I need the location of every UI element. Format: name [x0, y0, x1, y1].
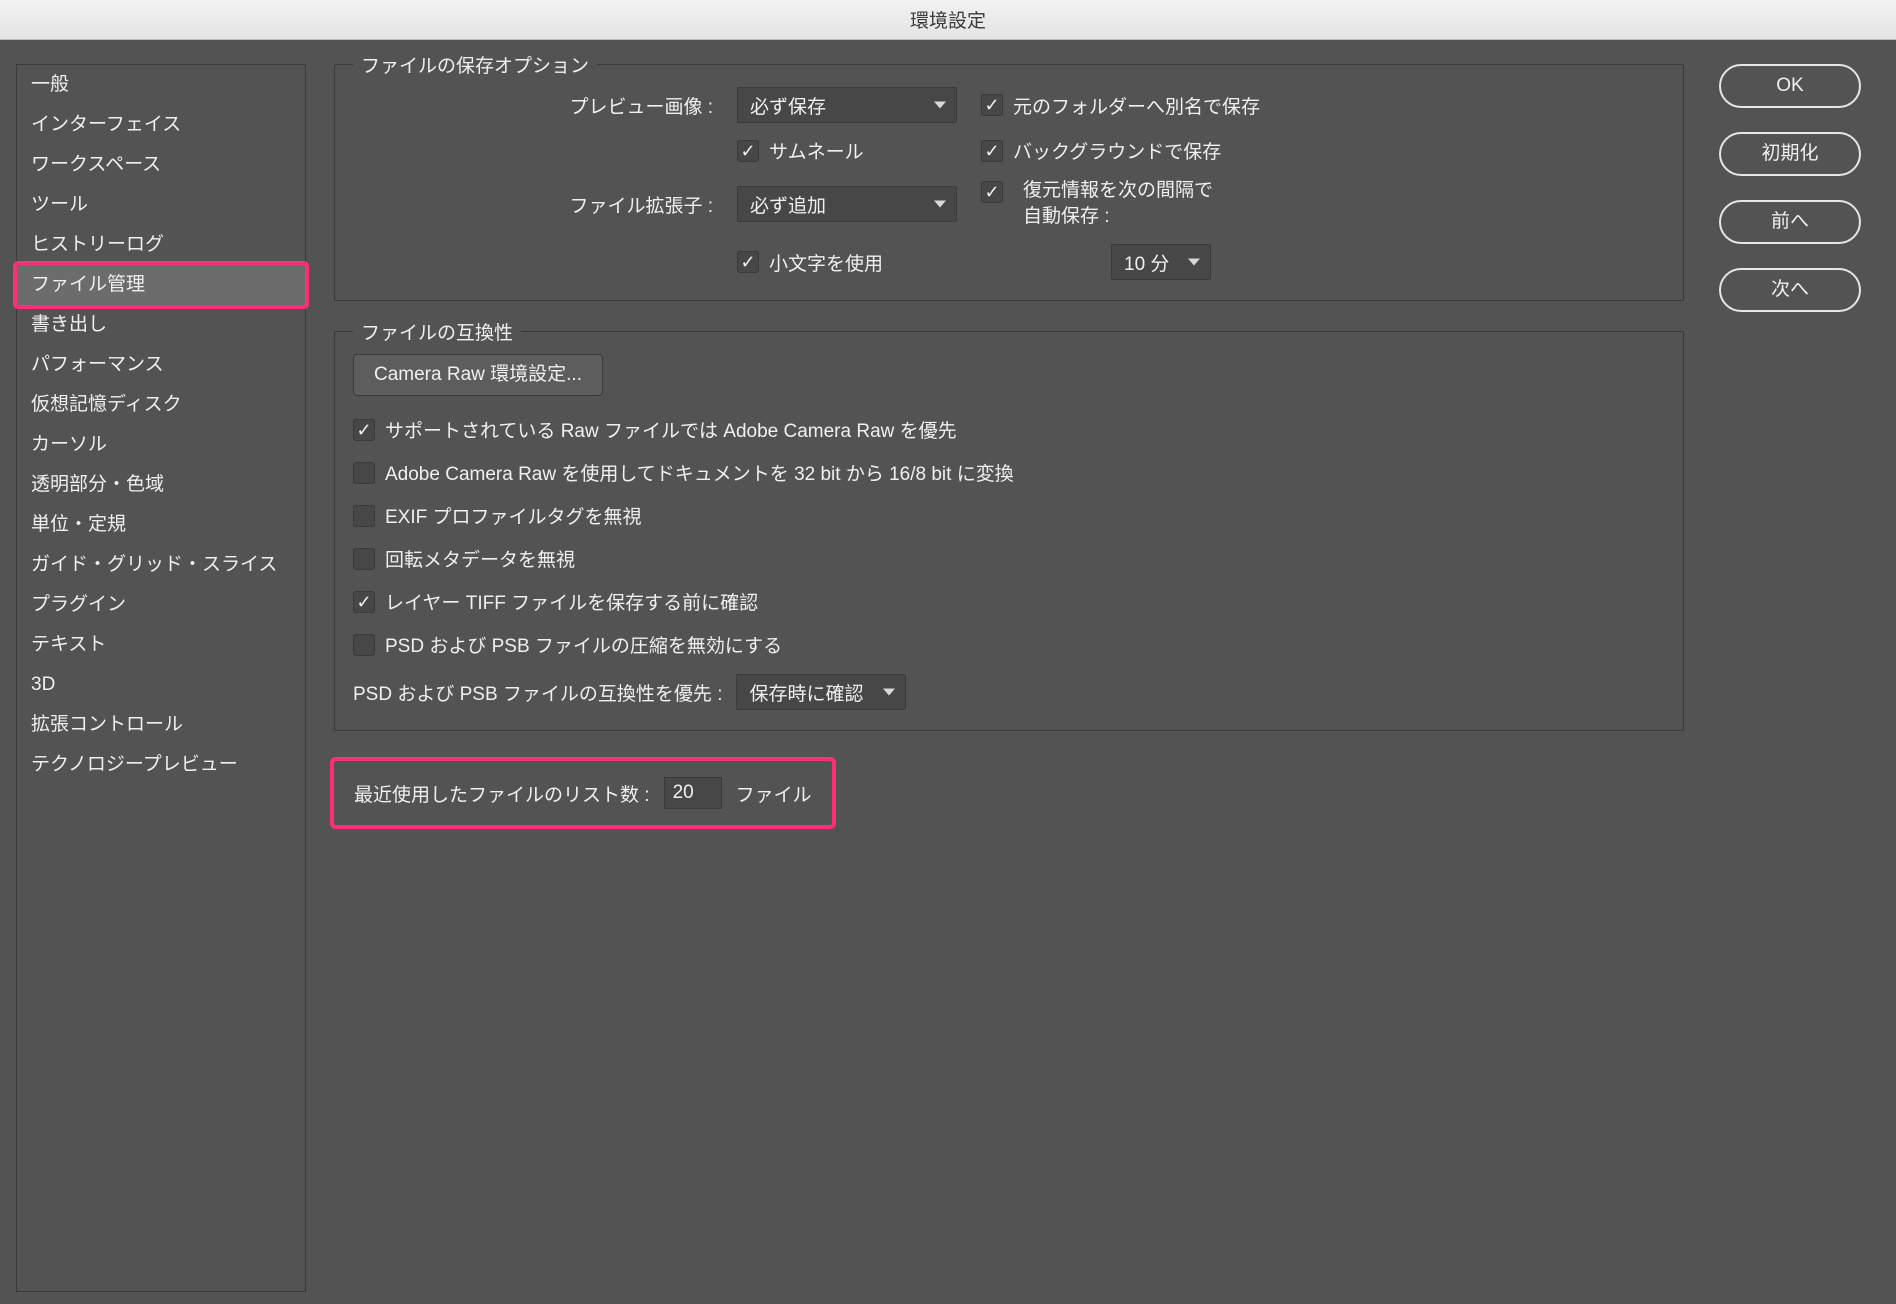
preview-image-label: プレビュー画像 :: [353, 92, 713, 119]
save-as-alias-checkbox[interactable]: [981, 94, 1003, 116]
sidebar-item-interface[interactable]: インターフェイス: [17, 105, 305, 145]
psd-compat-label: PSD および PSB ファイルの互換性を優先 :: [353, 679, 722, 706]
file-extension-label: ファイル拡張子 :: [353, 191, 713, 218]
sidebar-item-general[interactable]: 一般: [17, 65, 305, 105]
sidebar-item-performance[interactable]: パフォーマンス: [17, 345, 305, 385]
background-save-checkbox[interactable]: [981, 140, 1003, 162]
chevron-down-icon: [934, 201, 946, 208]
sidebar-item-enhanced-controls[interactable]: 拡張コントロール: [17, 705, 305, 745]
ok-button[interactable]: OK: [1719, 64, 1861, 108]
reset-button[interactable]: 初期化: [1719, 132, 1861, 176]
prev-button[interactable]: 前へ: [1719, 200, 1861, 244]
window-titlebar: 環境設定: [0, 0, 1896, 40]
sidebar-item-tech-previews[interactable]: テクノロジープレビュー: [17, 745, 305, 785]
camera-raw-preferences-button[interactable]: Camera Raw 環境設定...: [353, 354, 603, 396]
sidebar-item-plugins[interactable]: プラグイン: [17, 585, 305, 625]
background-save-label: バックグラウンドで保存: [1013, 137, 1221, 164]
sidebar-item-workspace[interactable]: ワークスペース: [17, 145, 305, 185]
sidebar-item-scratch-disks[interactable]: 仮想記憶ディスク: [17, 385, 305, 425]
acr-32bit-checkbox[interactable]: [353, 462, 375, 484]
sidebar-item-3d[interactable]: 3D: [17, 665, 305, 705]
preferences-sidebar: 一般 インターフェイス ワークスペース ツール ヒストリーログ ファイル管理 書…: [16, 64, 306, 1292]
ask-tiff-label: レイヤー TIFF ファイルを保存する前に確認: [385, 588, 758, 615]
file-extension-select[interactable]: 必ず追加: [737, 186, 957, 222]
lowercase-checkbox[interactable]: [737, 251, 759, 273]
save-as-alias-label: 元のフォルダーへ別名で保存: [1013, 92, 1260, 119]
sidebar-item-history-log[interactable]: ヒストリーログ: [17, 225, 305, 265]
sidebar-item-type[interactable]: テキスト: [17, 625, 305, 665]
disable-psd-compression-checkbox[interactable]: [353, 634, 375, 656]
thumbnail-checkbox[interactable]: [737, 140, 759, 162]
ignore-exif-checkbox[interactable]: [353, 505, 375, 527]
next-button[interactable]: 次へ: [1719, 268, 1861, 312]
window-body: 一般 インターフェイス ワークスペース ツール ヒストリーログ ファイル管理 書…: [0, 40, 1896, 1304]
window-title: 環境設定: [910, 6, 986, 33]
autosave-interval-select[interactable]: 10 分: [1111, 244, 1211, 280]
ignore-exif-label: EXIF プロファイルタグを無視: [385, 502, 642, 529]
group-title-compat: ファイルの互換性: [353, 318, 521, 345]
preview-image-value: 必ず保存: [750, 92, 826, 119]
sidebar-item-units-rulers[interactable]: 単位・定規: [17, 505, 305, 545]
sidebar-item-tools[interactable]: ツール: [17, 185, 305, 225]
dialog-action-buttons: OK 初期化 前へ 次へ: [1704, 56, 1876, 1284]
prefer-acr-label: サポートされている Raw ファイルでは Adobe Camera Raw を優…: [385, 416, 957, 443]
psd-compat-value: 保存時に確認: [749, 679, 863, 706]
ignore-rotation-label: 回転メタデータを無視: [385, 545, 575, 572]
ask-tiff-checkbox[interactable]: [353, 591, 375, 613]
sidebar-item-export[interactable]: 書き出し: [17, 305, 305, 345]
sidebar-item-guides-grid-slices[interactable]: ガイド・グリッド・スライス: [17, 545, 305, 585]
autosave-label: 復元情報を次の間隔で 自動保存 :: [1023, 178, 1213, 230]
group-file-compatibility: ファイルの互換性 Camera Raw 環境設定... サポートされている Ra…: [334, 331, 1684, 731]
file-extension-value: 必ず追加: [750, 191, 826, 218]
recent-files-label: 最近使用したファイルのリスト数 :: [354, 780, 650, 807]
sidebar-item-cursors[interactable]: カーソル: [17, 425, 305, 465]
disable-psd-compression-label: PSD および PSB ファイルの圧縮を無効にする: [385, 631, 782, 658]
thumbnail-label: サムネール: [769, 137, 864, 164]
recent-files-unit: ファイル: [736, 780, 812, 807]
prefer-acr-checkbox[interactable]: [353, 419, 375, 441]
autosave-checkbox[interactable]: [981, 181, 1003, 203]
sidebar-item-file-handling[interactable]: ファイル管理: [17, 265, 305, 305]
preferences-main: ファイルの保存オプション プレビュー画像 : 必ず保存 元のフォルダーへ別名で保…: [314, 56, 1704, 1284]
psd-compat-select[interactable]: 保存時に確認: [736, 674, 906, 710]
ignore-rotation-checkbox[interactable]: [353, 548, 375, 570]
sidebar-item-transparency-gamut[interactable]: 透明部分・色域: [17, 465, 305, 505]
preview-image-select[interactable]: 必ず保存: [737, 87, 957, 123]
lowercase-label: 小文字を使用: [769, 249, 883, 276]
group-file-save-options: ファイルの保存オプション プレビュー画像 : 必ず保存 元のフォルダーへ別名で保…: [334, 64, 1684, 301]
recent-files-box: 最近使用したファイルのリスト数 : ファイル: [334, 761, 832, 825]
chevron-down-icon: [934, 102, 946, 109]
acr-32bit-label: Adobe Camera Raw を使用してドキュメントを 32 bit から …: [385, 459, 1014, 486]
chevron-down-icon: [883, 689, 895, 696]
group-title-save-options: ファイルの保存オプション: [353, 51, 597, 78]
chevron-down-icon: [1188, 259, 1200, 266]
autosave-interval-value: 10 分: [1124, 249, 1169, 276]
recent-files-input[interactable]: [664, 777, 722, 809]
